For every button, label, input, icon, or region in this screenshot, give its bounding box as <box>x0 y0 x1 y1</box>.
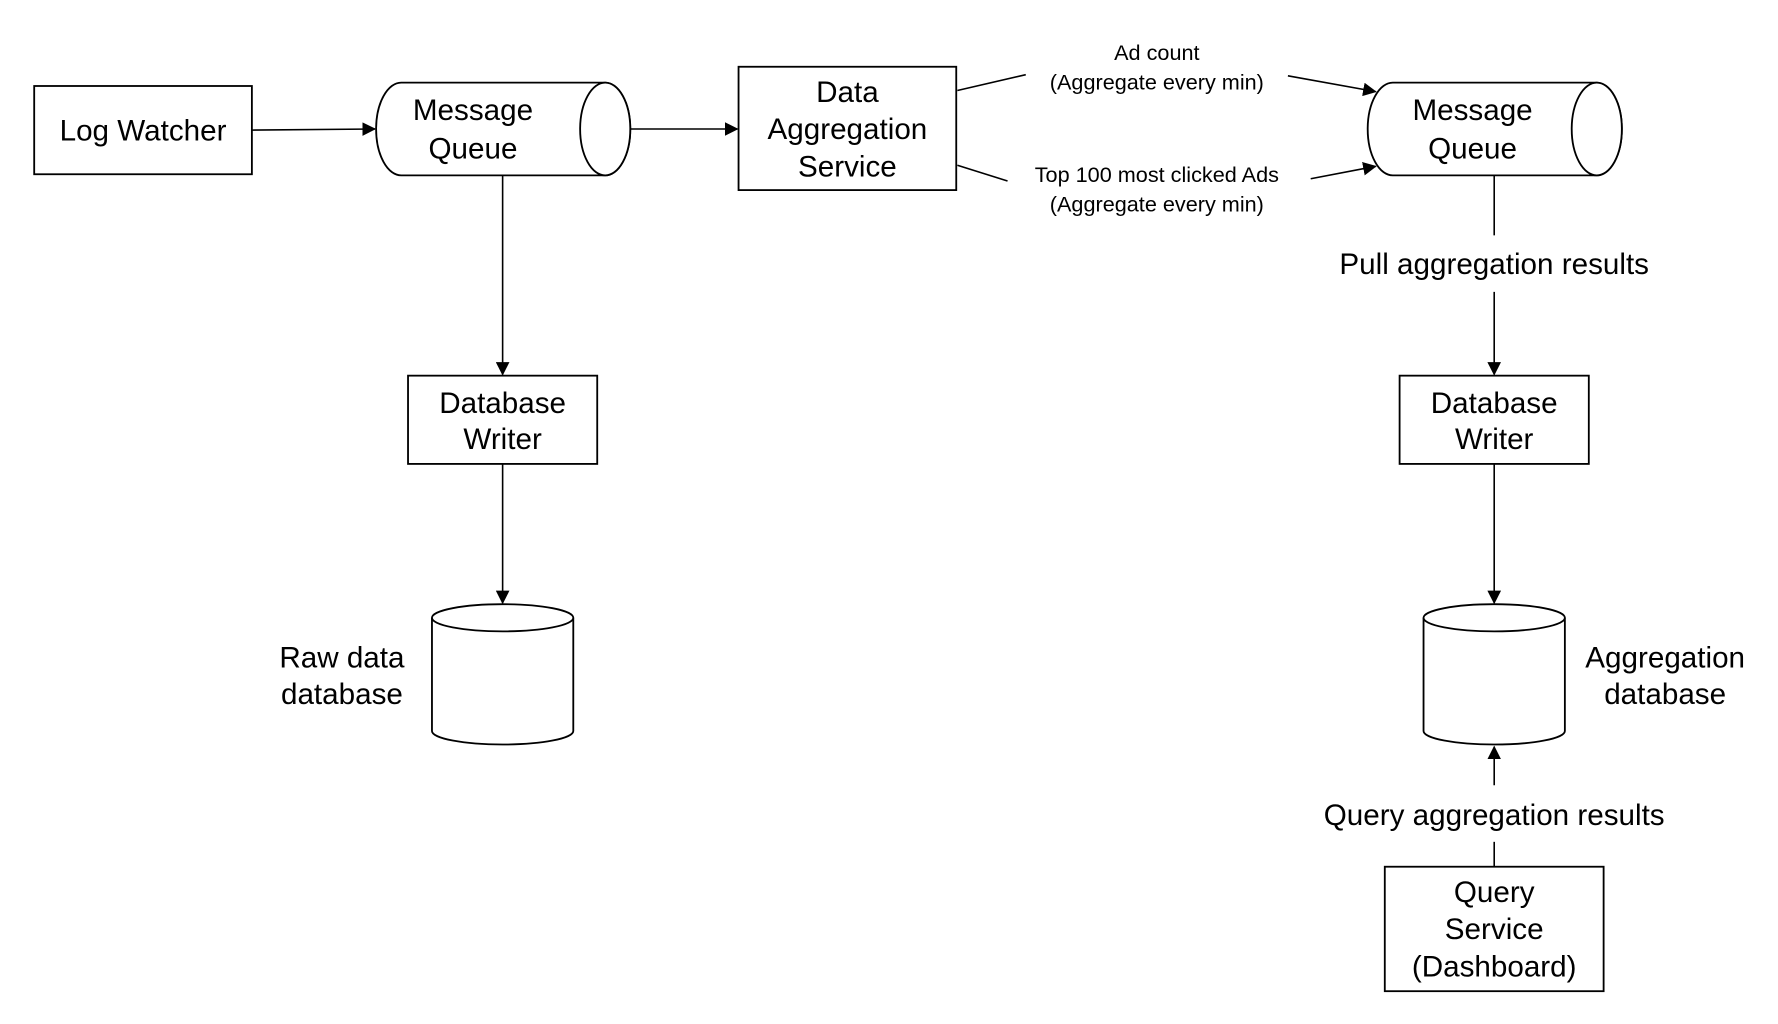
edge-logwatcher-to-queue <box>251 122 377 136</box>
data-aggregation-service-node[interactable]: Data Aggregation Service <box>737 65 958 191</box>
message-queue-left-node[interactable]: Message Queue <box>375 81 632 177</box>
log-watcher-node[interactable]: Log Watcher <box>33 85 253 176</box>
message-queue-right-node[interactable]: Message Queue <box>1366 81 1623 177</box>
raw-data-database-node[interactable]: Raw data database <box>279 603 575 746</box>
database-writer-right-label-line2: Writer <box>1455 423 1534 456</box>
data-aggregation-label-line2: Aggregation <box>768 113 928 146</box>
raw-data-database-label-line2: database <box>281 678 403 711</box>
message-queue-left-label-line2: Queue <box>429 133 518 166</box>
database-writer-right-label-line1: Database <box>1431 387 1558 420</box>
database-writer-left-label-line1: Database <box>439 387 566 420</box>
database-writer-left-label-line2: Writer <box>463 423 542 456</box>
aggregation-database-label-line2: database <box>1604 678 1726 711</box>
message-queue-left-label-line1: Message <box>413 94 533 127</box>
query-aggregation-results-label: Query aggregation results <box>1324 799 1665 832</box>
edge-top-100: Top 100 most clicked Ads (Aggregate ever… <box>957 162 1377 217</box>
query-service-label-line2: Service <box>1445 913 1544 946</box>
ad-count-label-line2: (Aggregate every min) <box>1050 69 1264 94</box>
top-100-label-line1: Top 100 most clicked Ads <box>1035 162 1279 187</box>
aggregation-database-node[interactable]: Aggregation database <box>1422 603 1746 746</box>
top-100-label-line2: (Aggregate every min) <box>1050 192 1264 217</box>
database-writer-right-node[interactable]: Database Writer <box>1398 374 1590 465</box>
message-queue-right-label-line1: Message <box>1412 94 1532 127</box>
query-service-node[interactable]: Query Service (Dashboard) <box>1383 865 1605 993</box>
data-aggregation-label-line3: Service <box>798 151 897 184</box>
query-service-label-line3: (Dashboard) <box>1412 951 1577 984</box>
edge-ad-count: Ad count (Aggregate every min) <box>957 40 1377 97</box>
log-watcher-label: Log Watcher <box>60 114 227 147</box>
aggregation-database-label-line1: Aggregation <box>1585 642 1745 675</box>
pull-aggregation-results-label: Pull aggregation results <box>1339 248 1649 281</box>
data-aggregation-label-line1: Data <box>816 76 879 109</box>
message-queue-right-label-line2: Queue <box>1428 133 1517 166</box>
ad-count-label-line1: Ad count <box>1114 40 1199 65</box>
query-service-label-line1: Query <box>1454 876 1535 909</box>
raw-data-database-label-line1: Raw data <box>279 642 405 675</box>
database-writer-left-node[interactable]: Database Writer <box>407 374 599 465</box>
architecture-diagram: Log Watcher Message Queue Data Aggregati… <box>33 40 1746 993</box>
